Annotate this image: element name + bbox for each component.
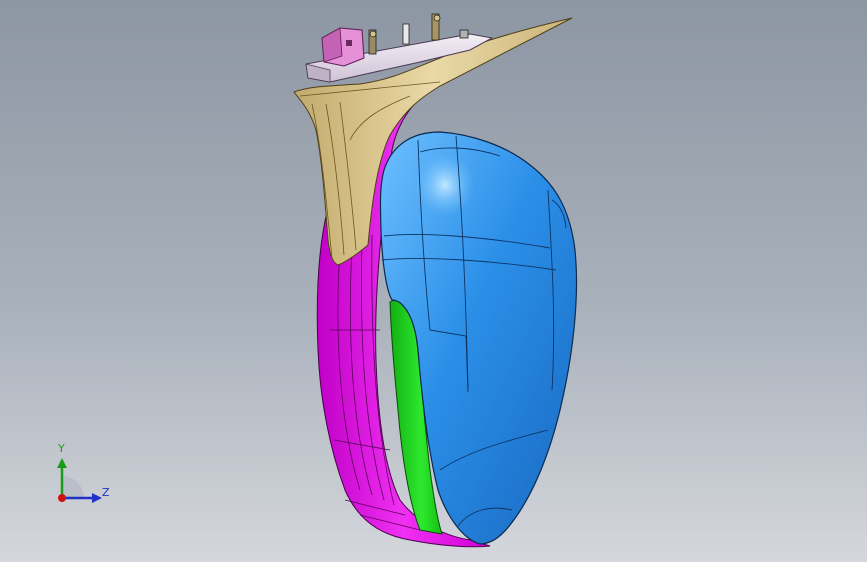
triad-x-axis [58,494,66,502]
triad-y-label: Y [58,442,65,455]
graphics-viewport[interactable]: Y Z [0,0,867,562]
connector-block[interactable] [321,27,365,67]
triad-z-label: Z [102,486,110,499]
housing-cover-highlight [415,153,475,217]
mirror-assembly-model[interactable] [0,0,867,562]
